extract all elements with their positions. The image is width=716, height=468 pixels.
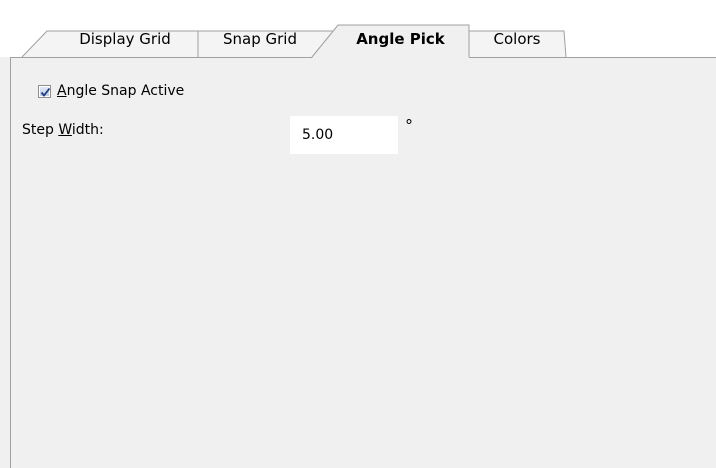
angle-snap-label-text: ngle Snap Active — [66, 83, 185, 99]
angle-snap-accel: A — [57, 83, 67, 99]
angle-snap-checkbox[interactable] — [38, 85, 51, 98]
tab-display-grid[interactable]: Display Grid — [55, 28, 195, 50]
step-width-accel: W — [58, 122, 72, 138]
tab-colors[interactable]: Colors — [472, 28, 562, 50]
checkmark-icon — [40, 87, 51, 97]
step-width-input[interactable]: 5.00 — [290, 116, 398, 154]
angle-snap-label[interactable]: Angle Snap Active — [57, 83, 184, 99]
tab-angle-pick[interactable]: Angle Pick — [338, 28, 463, 50]
tab-snap-grid[interactable]: Snap Grid — [205, 28, 315, 50]
degree-unit: ° — [405, 116, 413, 135]
step-width-label-pre: Step — [22, 122, 59, 138]
panel-left-border — [10, 57, 11, 468]
step-width-label-post: idth: — [71, 122, 104, 138]
step-width-label: Step Width: — [22, 122, 104, 138]
